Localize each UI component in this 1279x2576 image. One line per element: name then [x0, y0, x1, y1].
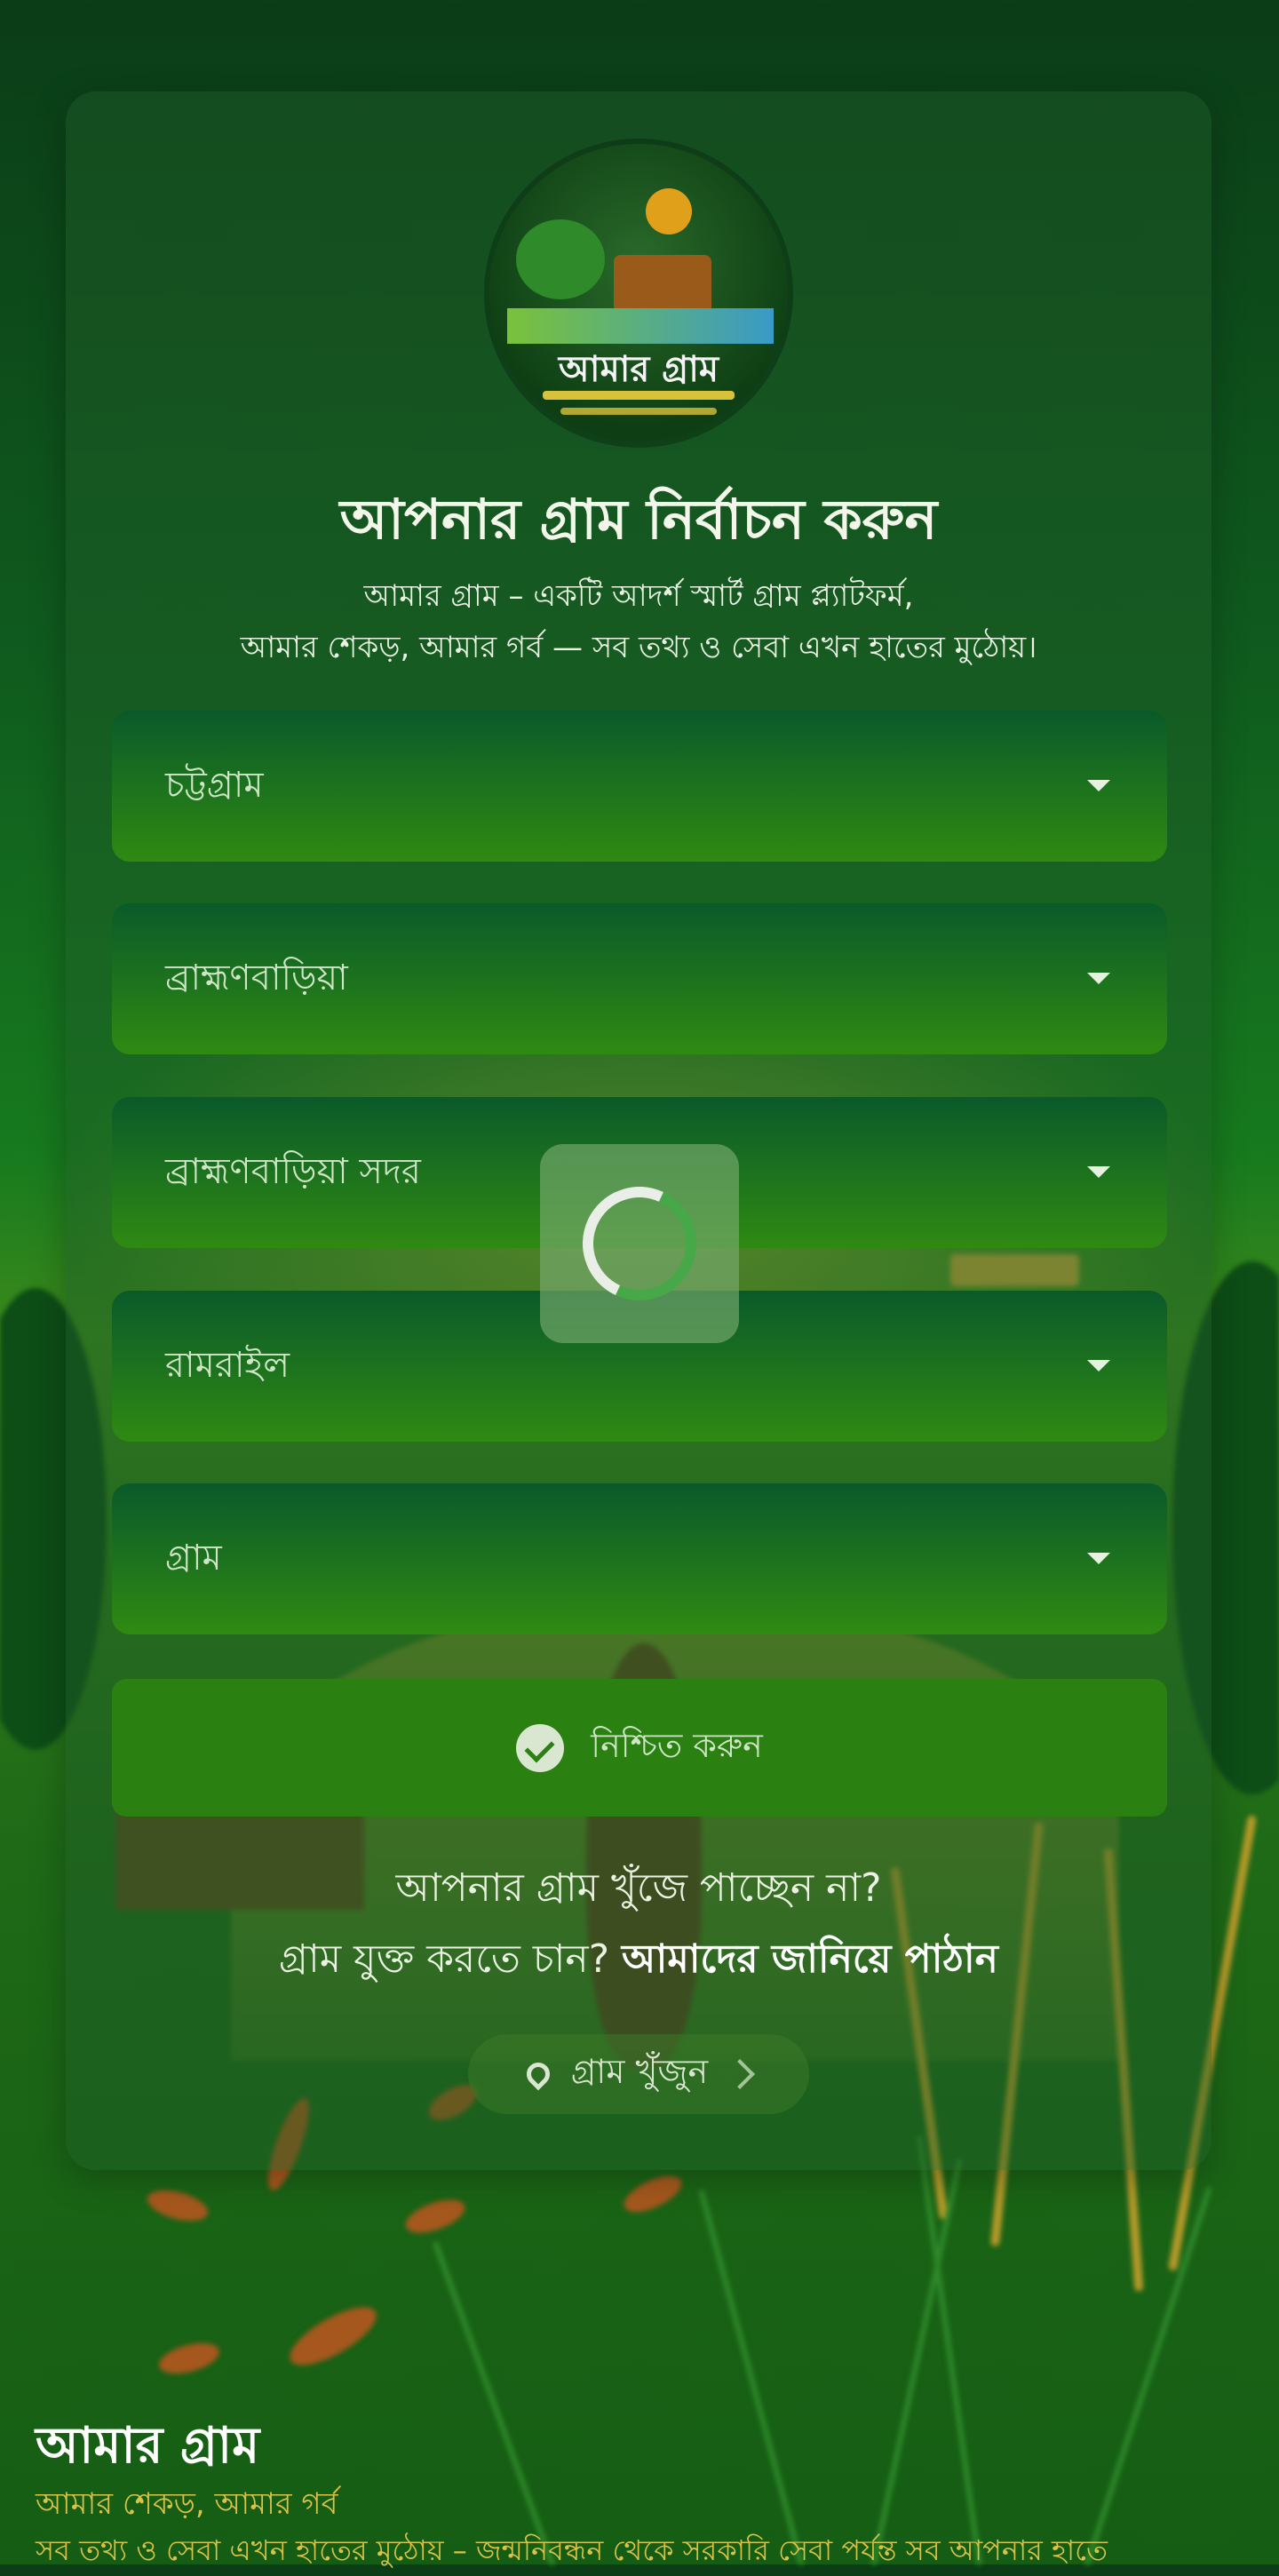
add-village-prompt: গ্রাম যুক্ত করতে চান?	[279, 1936, 610, 1982]
page-subtitle-line1: আমার গ্রাম – একটি আদর্শ স্মার্ট গ্রাম প্…	[363, 578, 914, 614]
union-select-value: রামরাইল	[165, 1344, 290, 1386]
footer-tagline: আমার শেকড়, আমার গর্ব	[36, 2486, 338, 2522]
footer-description: সব তথ্য ও সেবা এখন হাতের মুঠোয় – জন্মনি…	[36, 2533, 1108, 2567]
chevron-down-icon	[1087, 1553, 1110, 1564]
check-circle-icon	[516, 1723, 565, 1772]
fish-illustration	[618, 2168, 687, 2220]
fish-illustration	[282, 2296, 385, 2376]
page-subtitle-line2: আমার শেকড়, আমার গর্ব — সব তথ্য ও সেবা এ…	[240, 630, 1037, 665]
fish-illustration	[401, 2192, 470, 2240]
upazila-select-value: ব্রাহ্মণবাড়িয়া সদর	[165, 1150, 421, 1192]
village-select[interactable]: গ্রাম	[112, 1483, 1167, 1634]
contact-us-link[interactable]: আমাদের জানিয়ে পাঠান	[622, 1936, 998, 1982]
grass-illustration	[1084, 2186, 1212, 2564]
fish-illustration	[155, 2337, 223, 2380]
tree-icon	[516, 219, 605, 299]
confirm-button-label: নিশ্চিত করুন	[591, 1725, 763, 1765]
chevron-right-icon	[725, 2059, 756, 2089]
field-icon	[507, 308, 774, 344]
chevron-down-icon	[1087, 780, 1110, 791]
district-select[interactable]: ব্রাহ্মণবাড়িয়া	[112, 903, 1167, 1054]
loading-overlay	[540, 1144, 739, 1343]
chevron-down-icon	[1087, 1166, 1110, 1178]
add-village-line: গ্রাম যুক্ত করতে চান? আমাদের জানিয়ে পাঠ…	[66, 1929, 1211, 1994]
not-found-text: আপনার গ্রাম খুঁজে পাচ্ছেন না?	[395, 1865, 882, 1911]
chevron-down-icon	[1087, 973, 1110, 984]
app-logo: আমার গ্রাম	[489, 144, 788, 442]
footer-brand: আমার গ্রাম	[36, 2416, 260, 2475]
grass-illustration	[698, 2189, 805, 2564]
division-select-value: চট্টগ্রাম	[165, 764, 264, 806]
village-select-placeholder: গ্রাম	[165, 1537, 222, 1578]
division-select[interactable]: চট্টগ্রাম	[112, 711, 1167, 862]
map-pin-icon	[521, 2057, 555, 2091]
find-village-button[interactable]: গ্রাম খুঁজুন	[468, 2034, 809, 2114]
grass-illustration	[432, 2240, 556, 2564]
logo-subtitle-bar	[560, 408, 717, 415]
sun-icon	[646, 188, 692, 235]
logo-subtitle-bar	[543, 391, 735, 400]
confirm-button[interactable]: নিশ্চিত করুন	[112, 1679, 1167, 1817]
find-village-label: গ্রাম খুঁজুন	[570, 2052, 709, 2091]
loading-spinner	[566, 1170, 713, 1317]
chevron-down-icon	[1087, 1360, 1110, 1371]
fish-illustration	[144, 2184, 211, 2227]
page-title: আপনার গ্রাম নির্বাচন করুন	[339, 487, 938, 552]
district-select-value: ব্রাহ্মণবাড়িয়া	[165, 957, 348, 998]
